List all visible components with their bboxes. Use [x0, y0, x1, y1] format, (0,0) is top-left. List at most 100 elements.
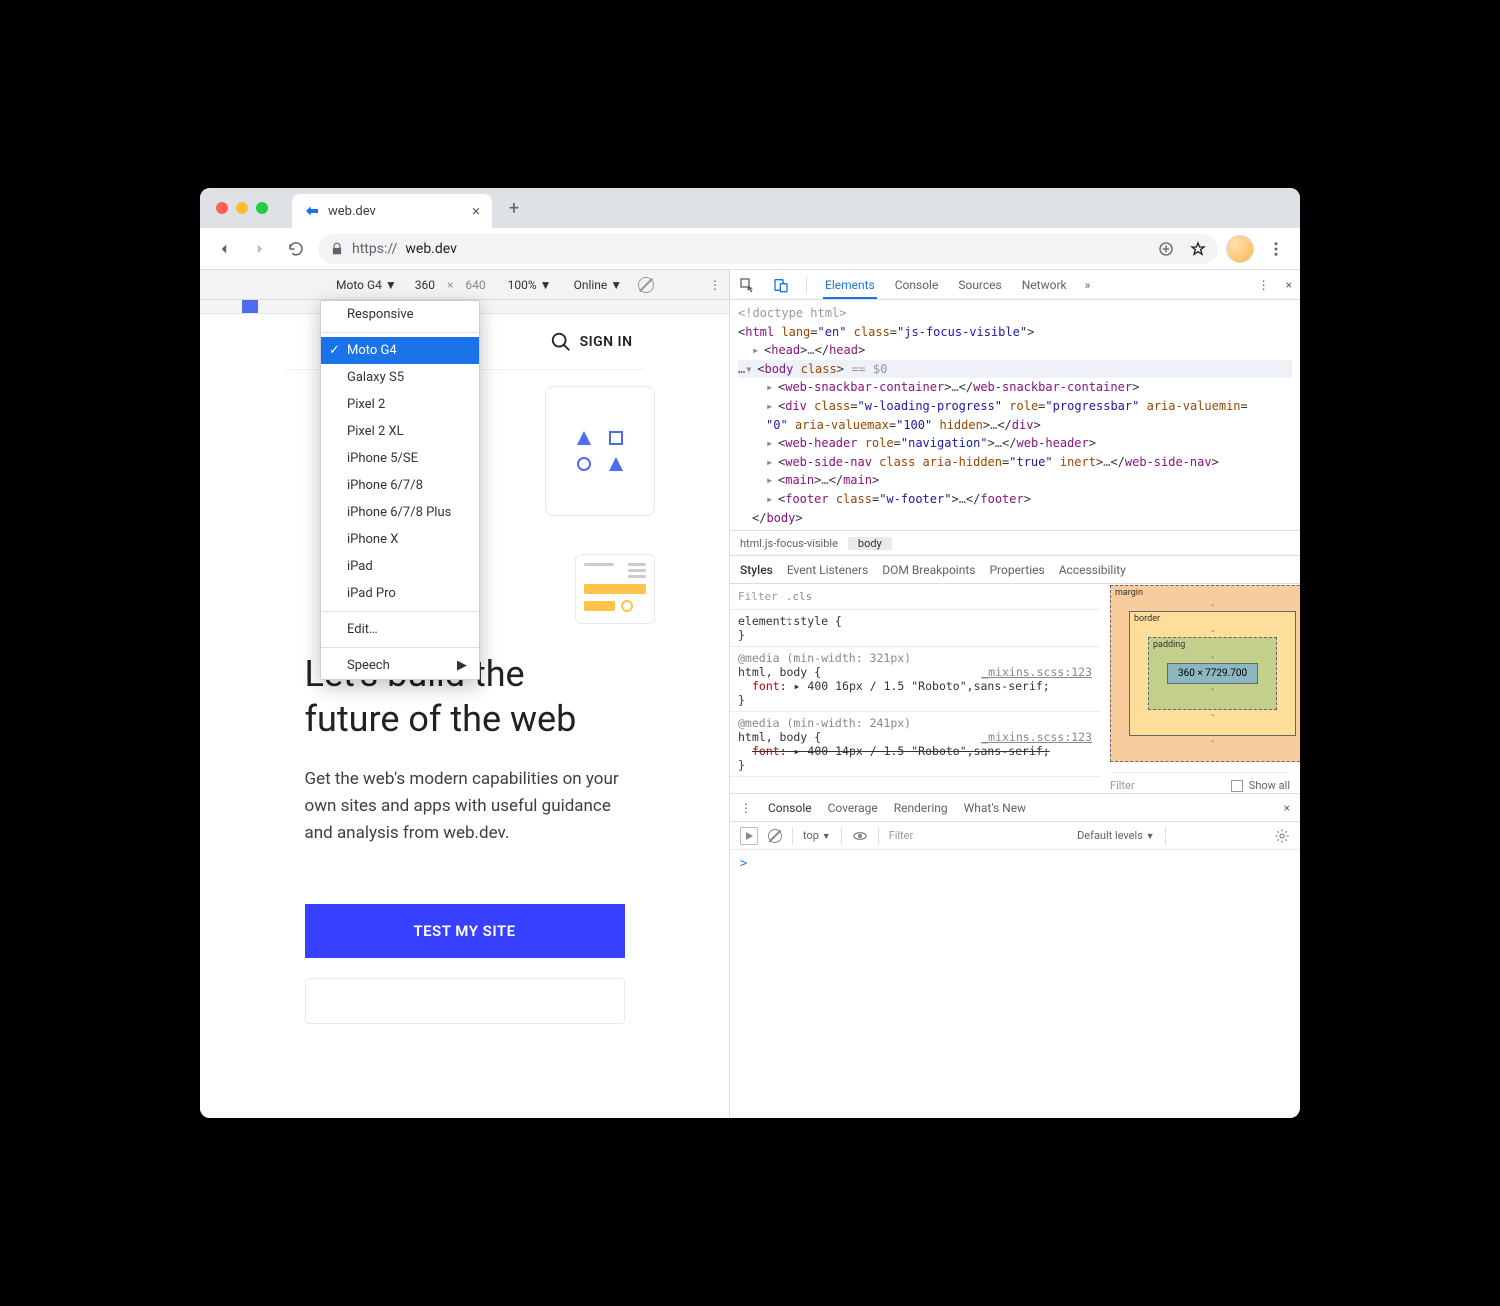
dom-node[interactable]: ▸<web-snackbar-container>…</web-snackbar… — [738, 378, 1292, 397]
url-input[interactable] — [305, 978, 625, 1024]
browser-tab[interactable]: web.dev × — [292, 194, 492, 228]
show-all-checkbox[interactable] — [1231, 780, 1243, 792]
tab-sources[interactable]: Sources — [956, 271, 1003, 299]
breadcrumb-item[interactable]: body — [848, 537, 892, 550]
subtab-dom-breakpoints[interactable]: DOM Breakpoints — [882, 563, 975, 577]
cls-toggle[interactable]: .cls — [786, 590, 1092, 603]
tab-strip: web.dev × + — [200, 188, 1300, 228]
device-toolbar-menu-icon[interactable]: ⋮ — [709, 278, 721, 292]
square-icon — [609, 431, 623, 445]
device-menu-item[interactable]: iPad Pro — [321, 580, 479, 607]
drawer-menu-icon[interactable]: ⋮ — [740, 801, 752, 815]
console-filter-input[interactable]: Filter — [889, 829, 969, 842]
console-sidebar-icon[interactable] — [740, 827, 758, 845]
tab-title: web.dev — [328, 204, 376, 219]
rule-block[interactable]: @media (min-width: 241px) html, body {_m… — [730, 712, 1100, 777]
execution-context-select[interactable]: top ▼ — [803, 829, 831, 842]
close-tab-icon[interactable]: × — [472, 202, 480, 220]
device-menu-item[interactable]: iPhone 6/7/8 — [321, 472, 479, 499]
live-expression-icon[interactable] — [852, 828, 868, 844]
dom-node[interactable]: <html lang="en" class="js-focus-visible"… — [738, 323, 1292, 342]
close-window-button[interactable] — [216, 202, 228, 214]
box-model-content: 360 × 7729.700 — [1167, 663, 1258, 684]
device-menu-speech[interactable]: Speech▶ — [321, 652, 479, 679]
console-body[interactable]: > — [730, 850, 1300, 1118]
device-select[interactable]: Moto G4 ▼ — [330, 276, 403, 294]
log-levels-select[interactable]: Default levels ▼ — [1077, 829, 1154, 842]
minimize-window-button[interactable] — [236, 202, 248, 214]
device-height-input[interactable]: 640 — [465, 278, 485, 292]
box-model-margin: margin - border - padding - 360 × 7729.7… — [1110, 585, 1300, 762]
device-menu-item[interactable]: Pixel 2 XL — [321, 418, 479, 445]
browser-toolbar: https://web.dev — [200, 228, 1300, 270]
drawer-tabs: ⋮ Console Coverage Rendering What's New … — [730, 794, 1300, 822]
device-menu-item[interactable]: Moto G4 — [321, 337, 479, 364]
inspect-element-icon[interactable] — [738, 276, 756, 294]
profile-avatar[interactable] — [1226, 235, 1254, 263]
source-link[interactable]: _mixins.scss:123 — [981, 665, 1092, 679]
dom-node[interactable]: ▸<head>…</head> — [738, 341, 1292, 360]
device-menu-item[interactable]: iPad — [321, 553, 479, 580]
tab-elements[interactable]: Elements — [823, 271, 877, 299]
search-icon — [550, 331, 572, 353]
address-bar[interactable]: https://web.dev — [318, 234, 1218, 264]
toggle-device-icon[interactable] — [772, 276, 790, 294]
drawer-tab-rendering[interactable]: Rendering — [894, 801, 948, 815]
box-model-padding: padding - 360 × 7729.700 - — [1148, 637, 1277, 710]
close-devtools-icon[interactable]: × — [1286, 278, 1292, 292]
bookmark-icon[interactable] — [1190, 241, 1206, 257]
subtab-styles[interactable]: Styles — [740, 563, 773, 577]
device-menu-item[interactable]: Pixel 2 — [321, 391, 479, 418]
maximize-window-button[interactable] — [256, 202, 268, 214]
close-drawer-icon[interactable]: × — [1284, 801, 1290, 815]
device-menu-item[interactable]: Galaxy S5 — [321, 364, 479, 391]
cta-button[interactable]: TEST MY SITE — [305, 904, 625, 958]
breadcrumb-item[interactable]: html.js-focus-visible — [730, 537, 848, 550]
device-menu-edit[interactable]: Edit… — [321, 616, 479, 643]
reload-button[interactable] — [282, 235, 310, 263]
add-page-icon[interactable] — [1158, 241, 1174, 257]
device-width-input[interactable]: 360 — [415, 278, 435, 292]
new-tab-button[interactable]: + — [500, 194, 528, 222]
back-button[interactable] — [210, 235, 238, 263]
device-menu-item[interactable]: iPhone 5/SE — [321, 445, 479, 472]
subtab-accessibility[interactable]: Accessibility — [1059, 563, 1126, 577]
dom-node-selected[interactable]: …▾<body class> == $0 — [738, 360, 1292, 379]
rule-block[interactable]: @media (min-width: 321px) html, body {_m… — [730, 647, 1100, 712]
drawer-tab-coverage[interactable]: Coverage — [828, 801, 878, 815]
forward-button[interactable] — [246, 235, 274, 263]
sign-in-button[interactable]: SIGN IN — [550, 331, 633, 353]
hero-body: Get the web's modern capabilities on you… — [305, 766, 625, 848]
dom-node[interactable]: ▸<web-header role="navigation">…</web-he… — [738, 434, 1292, 453]
device-menu-responsive[interactable]: Responsive — [321, 301, 479, 328]
dom-node[interactable]: ▸<div class="w-loading-progress" role="p… — [738, 397, 1292, 416]
drawer-tab-whatsnew[interactable]: What's New — [964, 801, 1026, 815]
computed-filter-input[interactable]: Filter — [1110, 779, 1225, 792]
dom-tree[interactable]: <!doctype html> <html lang="en" class="j… — [730, 300, 1300, 530]
triangle-icon — [609, 457, 623, 471]
device-menu-item[interactable]: iPhone X — [321, 526, 479, 553]
subtab-event-listeners[interactable]: Event Listeners — [787, 563, 868, 577]
overflow-tabs-icon[interactable]: » — [1085, 278, 1091, 292]
styles-filter-input[interactable]: Filter — [738, 590, 778, 603]
device-menu-item[interactable]: iPhone 6/7/8 Plus — [321, 499, 479, 526]
tab-console[interactable]: Console — [893, 271, 941, 299]
triangle-icon — [577, 431, 591, 445]
browser-menu-icon[interactable] — [1262, 235, 1290, 263]
zoom-value: 100% — [508, 278, 537, 292]
subtab-properties[interactable]: Properties — [989, 563, 1044, 577]
rotate-icon[interactable] — [638, 277, 654, 293]
console-settings-icon[interactable] — [1274, 828, 1290, 844]
dom-node[interactable]: ▸<main>…</main> — [738, 471, 1292, 490]
dom-node[interactable]: ▸<web-side-nav class aria-hidden="true" … — [738, 453, 1292, 472]
drawer-tab-console[interactable]: Console — [768, 801, 812, 815]
tab-network[interactable]: Network — [1020, 271, 1069, 299]
dom-doctype: <!doctype html> — [738, 304, 1292, 323]
dom-node[interactable]: ▸<footer class="w-footer">…</footer> — [738, 490, 1292, 509]
zoom-select[interactable]: 100% ▼ — [502, 276, 558, 294]
throttling-select[interactable]: Online ▼ — [568, 276, 629, 294]
devtools-menu-icon[interactable]: ⋮ — [1258, 278, 1270, 292]
box-model-widget[interactable]: margin - border - padding - 360 × 7729.7… — [1100, 584, 1300, 793]
clear-console-icon[interactable] — [768, 829, 782, 843]
source-link[interactable]: _mixins.scss:123 — [981, 730, 1092, 744]
